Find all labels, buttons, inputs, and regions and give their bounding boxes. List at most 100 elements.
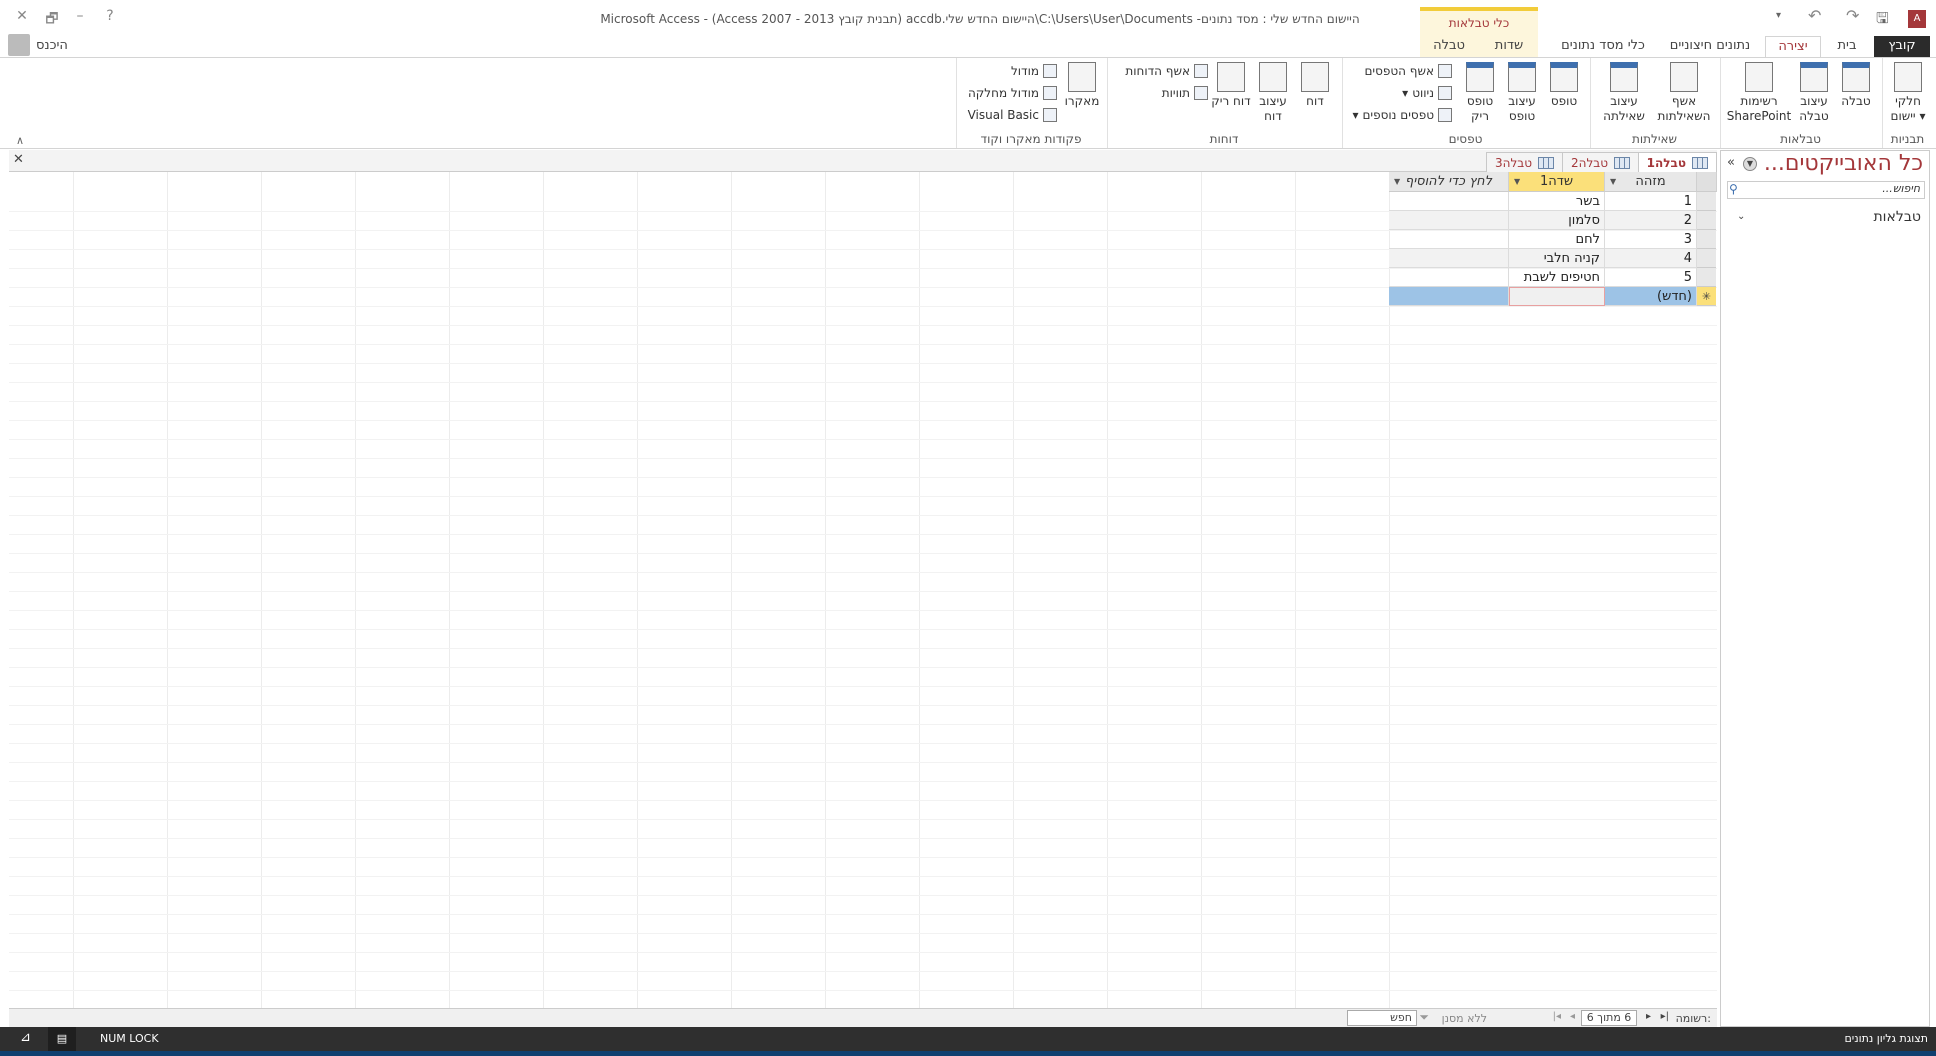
last-record-icon[interactable]: ▸| bbox=[1661, 1011, 1669, 1022]
tab-home[interactable]: בית bbox=[1822, 36, 1872, 57]
cell-id[interactable]: 5 bbox=[1605, 268, 1697, 287]
undo-icon[interactable]: ↶ bbox=[1808, 6, 1821, 25]
report-button[interactable]: דוח bbox=[1294, 62, 1336, 109]
nav-menu-dropdown-icon[interactable]: ▼ bbox=[1743, 157, 1757, 171]
new-row-selector[interactable]: ✳ bbox=[1697, 287, 1716, 306]
tab-database-tools[interactable]: כלי מסד נתונים bbox=[1548, 36, 1658, 57]
cell-field1[interactable]: קניה חלבי bbox=[1509, 249, 1605, 268]
form-design-button[interactable]: עיצוב טופס bbox=[1501, 62, 1543, 124]
cell-field1[interactable]: בשר bbox=[1509, 192, 1605, 211]
grid-line bbox=[9, 914, 1717, 915]
navigation-button[interactable]: ניווט ▾ bbox=[1402, 86, 1452, 100]
cell-id[interactable]: 3 bbox=[1605, 230, 1697, 249]
row-selector[interactable] bbox=[1697, 230, 1716, 249]
redo-icon[interactable]: ↷ bbox=[1846, 6, 1859, 25]
query-design-button[interactable]: עיצוב שאילתה bbox=[1595, 62, 1653, 124]
cell-add[interactable] bbox=[1389, 192, 1509, 211]
app-parts-button[interactable]: חלקי יישום ▾ bbox=[1887, 62, 1929, 124]
table-button[interactable]: טבלה bbox=[1835, 62, 1877, 109]
form-icon bbox=[1550, 62, 1578, 92]
customize-qat-icon[interactable]: ▾ bbox=[1776, 10, 1781, 21]
form-wizard-button[interactable]: אשף הטפסים bbox=[1364, 64, 1452, 78]
nav-section-tables[interactable]: טבלאות bbox=[1873, 209, 1921, 225]
restore-button[interactable]: 🗗 bbox=[42, 8, 62, 32]
grid-line bbox=[825, 172, 826, 1008]
visual-basic-button[interactable]: Visual Basic bbox=[968, 108, 1057, 122]
next-record-icon[interactable]: ▸ bbox=[1646, 1011, 1651, 1022]
shutter-bar-icon[interactable]: « bbox=[1727, 155, 1735, 170]
sharepoint-lists-button[interactable]: רשימות SharePoint bbox=[1725, 62, 1793, 124]
doc-tab-table3[interactable]: טבלה3 bbox=[1485, 152, 1563, 172]
macro-button[interactable]: מאקרו bbox=[1061, 62, 1103, 109]
datasheet-view-icon[interactable]: ▤ bbox=[48, 1027, 76, 1051]
cell-field1[interactable]: חטיפים לשבת bbox=[1509, 268, 1605, 287]
expand-section-icon[interactable]: ⌄ bbox=[1737, 211, 1745, 222]
select-all-corner[interactable] bbox=[1697, 172, 1717, 192]
nav-search-input[interactable]: חיפוש... bbox=[1727, 181, 1925, 199]
cell-id[interactable]: 2 bbox=[1605, 211, 1697, 230]
minimize-button[interactable]: – bbox=[70, 8, 90, 24]
more-forms-icon bbox=[1438, 108, 1452, 122]
cell-add[interactable] bbox=[1389, 211, 1509, 230]
row-selector[interactable] bbox=[1697, 211, 1716, 230]
doc-tab-table2[interactable]: טבלה2 bbox=[1561, 152, 1639, 172]
tab-external-data[interactable]: נתונים חיצוניים bbox=[1660, 36, 1760, 57]
cell-new-field1[interactable] bbox=[1509, 287, 1605, 306]
doc-tab-table1[interactable]: טבלה1 bbox=[1637, 152, 1717, 173]
row-selector[interactable] bbox=[1697, 192, 1716, 211]
tab-create[interactable]: יצירה bbox=[1765, 36, 1821, 58]
filter-status[interactable]: ללא מסנן bbox=[1442, 1012, 1487, 1025]
cell-add[interactable] bbox=[1389, 268, 1509, 287]
blank-form-button[interactable]: טופס ריק bbox=[1459, 62, 1501, 124]
more-forms-button[interactable]: טפסים נוספים ▾ bbox=[1352, 108, 1452, 122]
cell-field1[interactable]: סלמון bbox=[1509, 211, 1605, 230]
grid-line bbox=[261, 172, 262, 1008]
table-design-button[interactable]: עיצוב טבלה bbox=[1793, 62, 1835, 124]
report-icon bbox=[1301, 62, 1329, 92]
tab-file[interactable]: קובץ bbox=[1874, 36, 1930, 57]
first-record-icon[interactable]: |◂ bbox=[1553, 1011, 1561, 1022]
labels-button[interactable]: תוויות bbox=[1162, 86, 1208, 100]
column-header-add[interactable]: לחץ כדי להוסיף ▼ bbox=[1389, 172, 1509, 192]
grid-line bbox=[9, 876, 1717, 877]
blank-form-icon bbox=[1466, 62, 1494, 92]
grid-line bbox=[9, 496, 1717, 497]
report-design-button[interactable]: עיצוב דוח bbox=[1252, 62, 1294, 124]
sign-in-label: היכנס bbox=[36, 37, 68, 53]
cell-new-add[interactable] bbox=[1389, 287, 1509, 306]
row-selector[interactable] bbox=[1697, 249, 1716, 268]
report-wizard-button[interactable]: אשף הדוחות bbox=[1125, 64, 1208, 78]
nav-pane-title[interactable]: כל האובייקטים... bbox=[1764, 151, 1923, 176]
module-button[interactable]: מודול bbox=[1011, 64, 1057, 78]
cell-add[interactable] bbox=[1389, 230, 1509, 249]
search-icon[interactable]: ⚲ bbox=[1729, 182, 1738, 196]
search-box[interactable]: חפש bbox=[1347, 1010, 1417, 1026]
cell-id[interactable]: 1 bbox=[1605, 192, 1697, 211]
tab-table[interactable]: טבלה bbox=[1424, 36, 1474, 57]
cell-id[interactable]: 4 bbox=[1605, 249, 1697, 268]
save-icon[interactable]: 🖫 bbox=[1876, 8, 1889, 33]
current-record-input[interactable]: 6 מתוך 6 bbox=[1581, 1010, 1637, 1026]
grid-line bbox=[543, 172, 544, 1008]
class-module-button[interactable]: מודול מחלקה bbox=[968, 86, 1057, 100]
window-title: היישום החדש שלי : מסד נתונים- C:\Users\U… bbox=[600, 12, 1360, 26]
collapse-ribbon-icon[interactable]: ∧ bbox=[16, 134, 24, 147]
help-button[interactable]: ? bbox=[100, 8, 120, 24]
column-header-id[interactable]: מזהה ▼ bbox=[1605, 172, 1697, 192]
cell-add[interactable] bbox=[1389, 249, 1509, 268]
cell-new-id[interactable]: (חדש) bbox=[1605, 287, 1697, 306]
design-view-icon[interactable]: ⊿ bbox=[20, 1030, 31, 1045]
query-wizard-button[interactable]: אשף השאילתות bbox=[1655, 62, 1713, 124]
form-button[interactable]: טופס bbox=[1543, 62, 1585, 109]
sign-in[interactable]: היכנס bbox=[8, 33, 68, 57]
cell-field1[interactable]: לחם bbox=[1509, 230, 1605, 249]
grid-line bbox=[9, 439, 1717, 440]
column-header-field1[interactable]: שדה1 ▼ bbox=[1509, 172, 1605, 192]
blank-report-button[interactable]: דוח ריק bbox=[1210, 62, 1252, 109]
grid-line bbox=[731, 172, 732, 1008]
row-selector[interactable] bbox=[1697, 268, 1716, 287]
close-button[interactable]: ✕ bbox=[12, 8, 32, 24]
close-document-icon[interactable]: ✕ bbox=[13, 152, 24, 167]
tab-fields[interactable]: שדות bbox=[1484, 36, 1534, 57]
previous-record-icon[interactable]: ◂ bbox=[1570, 1011, 1575, 1022]
